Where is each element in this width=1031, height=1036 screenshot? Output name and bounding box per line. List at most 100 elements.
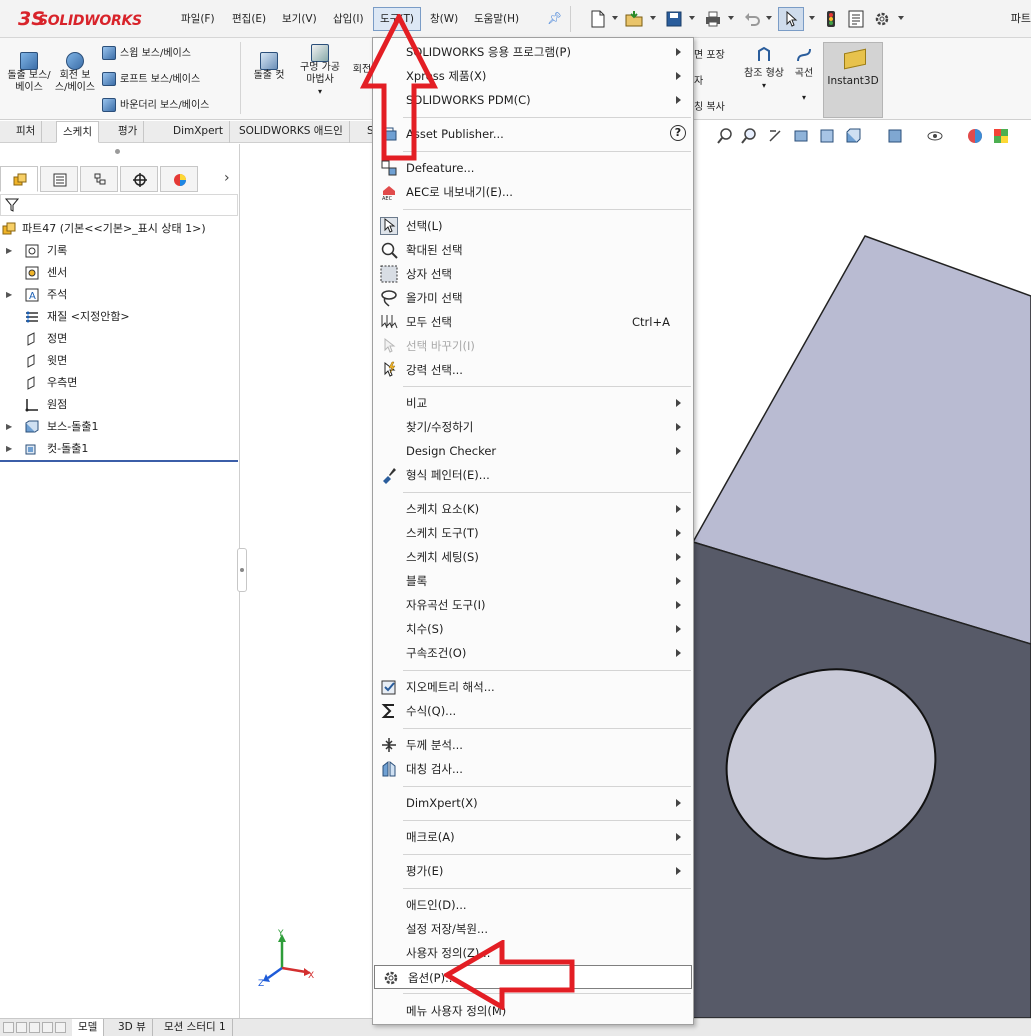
- menu-item-invert-selection[interactable]: 선택 바꾸기(I): [373, 334, 693, 358]
- apply-scene-icon[interactable]: [992, 127, 1010, 145]
- tab-scroll-icon[interactable]: [55, 1022, 66, 1033]
- menu-item-symmetry-check[interactable]: 대칭 검사...: [373, 757, 693, 781]
- menu-item-lasso-select[interactable]: 올가미 선택: [373, 286, 693, 310]
- previous-view-icon[interactable]: [766, 127, 784, 145]
- menu-item-power-select[interactable]: 강력 선택...: [373, 358, 693, 382]
- undo-icon[interactable]: [742, 9, 762, 29]
- tab-model[interactable]: 모델: [72, 1019, 105, 1036]
- undo-dropdown-icon[interactable]: [766, 16, 772, 20]
- revolved-boss-button[interactable]: 회전 보스/베이스: [54, 52, 96, 94]
- dynamic-annotation-icon[interactable]: [818, 127, 836, 145]
- save-dropdown-icon[interactable]: [689, 16, 695, 20]
- expand-arrow-icon[interactable]: ▶: [6, 439, 12, 459]
- previous-tab-icon[interactable]: [16, 1022, 27, 1033]
- menu-item-addins[interactable]: 애드인(D)...: [373, 893, 693, 917]
- menu-item-magnified-select[interactable]: 확대된 선택: [373, 238, 693, 262]
- options-dropdown-icon[interactable]: [898, 16, 904, 20]
- file-properties-icon[interactable]: [846, 9, 866, 29]
- menu-item-sketch-settings[interactable]: 스케치 세팅(S): [373, 545, 693, 569]
- menu-item-thickness-analysis[interactable]: 두께 분석...: [373, 733, 693, 757]
- menu-item-relations[interactable]: 구속조건(O): [373, 641, 693, 665]
- menu-item-compare[interactable]: 비교: [373, 391, 693, 415]
- menu-item-dimensions[interactable]: 치수(S): [373, 617, 693, 641]
- next-tab-icon[interactable]: [29, 1022, 40, 1033]
- tab-dimxpert-manager[interactable]: [120, 166, 158, 192]
- rollback-bar[interactable]: [0, 460, 238, 462]
- tab-3d-views[interactable]: 3D 뷰: [112, 1019, 153, 1036]
- tree-filter-bar[interactable]: [0, 194, 238, 216]
- print-dropdown-icon[interactable]: [728, 16, 734, 20]
- menu-item-evaluate[interactable]: 평가(E): [373, 859, 693, 883]
- section-view-icon[interactable]: [792, 127, 810, 145]
- instant3d-button[interactable]: Instant3D: [823, 42, 883, 118]
- menu-item-format-painter[interactable]: 형식 페인터(E)...: [373, 463, 693, 487]
- swept-boss-button[interactable]: 스윕 보스/베이스: [102, 44, 191, 60]
- tab-dimxpert[interactable]: DimXpert: [167, 121, 230, 143]
- display-style-icon[interactable]: [886, 127, 904, 145]
- boundary-boss-button[interactable]: 바운더리 보스/베이스: [102, 96, 209, 112]
- open-dropdown-icon[interactable]: [650, 16, 656, 20]
- tab-display-manager[interactable]: [160, 166, 198, 192]
- print-icon[interactable]: [703, 9, 723, 29]
- menu-item-find-modify[interactable]: 찾기/수정하기: [373, 415, 693, 439]
- expand-arrow-icon[interactable]: ▶: [6, 241, 12, 261]
- menu-item-sketch-entities[interactable]: 스케치 요소(K): [373, 497, 693, 521]
- extruded-cut-button[interactable]: 돌출 컷: [248, 52, 290, 82]
- menu-file[interactable]: 파일(F): [181, 11, 215, 26]
- tab-features[interactable]: 피처: [10, 121, 43, 143]
- reference-geometry-dropdown-icon[interactable]: ▾: [762, 81, 766, 90]
- last-tab-icon[interactable]: [42, 1022, 53, 1033]
- expand-arrow-icon[interactable]: ▶: [6, 285, 12, 305]
- mirror-button[interactable]: 칭 복사: [694, 98, 725, 113]
- menu-view[interactable]: 보기(V): [282, 11, 317, 26]
- tab-feature-manager[interactable]: [0, 166, 38, 192]
- help-icon[interactable]: ?: [670, 125, 686, 141]
- first-tab-icon[interactable]: [3, 1022, 14, 1033]
- tab-addins[interactable]: SOLIDWORKS 애드인: [233, 121, 350, 143]
- intersect-button[interactable]: 자: [694, 72, 703, 87]
- menu-item-sketch-tools[interactable]: 스케치 도구(T): [373, 521, 693, 545]
- menu-item-equations[interactable]: 수식(Q)...: [373, 699, 693, 723]
- edit-appearance-icon[interactable]: [966, 127, 984, 145]
- select-tool-button[interactable]: [778, 7, 804, 31]
- expand-arrow-icon[interactable]: ▶: [6, 417, 12, 437]
- zoom-to-fit-icon[interactable]: [716, 127, 734, 145]
- menu-help[interactable]: 도움말(H): [474, 11, 519, 26]
- menu-edit[interactable]: 편집(E): [232, 11, 266, 26]
- lofted-boss-button[interactable]: 로프트 보스/베이스: [102, 70, 200, 86]
- tab-motion-study[interactable]: 모션 스터디 1: [158, 1019, 233, 1036]
- menu-item-select[interactable]: 선택(L): [373, 214, 693, 238]
- pin-icon[interactable]: 📌︎: [547, 11, 562, 25]
- hole-wizard-button[interactable]: 구멍 가공 마법사 ▾: [294, 44, 346, 98]
- open-folder-icon[interactable]: [624, 9, 644, 29]
- save-icon[interactable]: [664, 9, 684, 29]
- menu-item-box-select[interactable]: 상자 선택: [373, 262, 693, 286]
- wrap-button[interactable]: 면 포장: [694, 46, 725, 61]
- curves-button[interactable]: 곡선 ▾: [788, 46, 820, 104]
- zoom-to-area-icon[interactable]: [740, 127, 758, 145]
- menu-item-check-geometry[interactable]: 지오메트리 해석...: [373, 675, 693, 699]
- curves-dropdown-icon[interactable]: ▾: [802, 93, 806, 102]
- tab-configuration-manager[interactable]: [80, 166, 118, 192]
- panel-grip[interactable]: [115, 149, 120, 154]
- menu-item-export-aec[interactable]: AEC AEC로 내보내기(E)...: [373, 180, 693, 204]
- tab-evaluate[interactable]: 평가: [112, 121, 145, 143]
- reference-geometry-button[interactable]: 참조 형상 ▾: [742, 46, 786, 92]
- new-document-icon[interactable]: [588, 9, 608, 29]
- tab-property-manager[interactable]: [40, 166, 78, 192]
- view-orientation-icon[interactable]: [844, 127, 862, 145]
- menu-item-spline-tools[interactable]: 자유곡선 도구(I): [373, 593, 693, 617]
- hide-show-items-icon[interactable]: [926, 127, 944, 145]
- gear-icon[interactable]: [872, 9, 892, 29]
- select-dropdown-icon[interactable]: [809, 16, 815, 20]
- new-dropdown-icon[interactable]: [612, 16, 618, 20]
- hole-wizard-dropdown-icon[interactable]: ▾: [318, 87, 322, 96]
- menu-item-select-all[interactable]: 모두 선택 Ctrl+A: [373, 310, 693, 334]
- menu-item-blocks[interactable]: 블록: [373, 569, 693, 593]
- extruded-boss-button[interactable]: 돌출 보스/베이스: [6, 52, 52, 94]
- chevron-right-icon[interactable]: ›: [224, 170, 230, 186]
- traffic-light-icon[interactable]: [821, 9, 841, 29]
- tab-sketch[interactable]: 스케치: [56, 121, 99, 143]
- solidworks-logo[interactable]: 3S SOLIDWORKS: [18, 8, 154, 32]
- menu-item-dimxpert[interactable]: DimXpert(X): [373, 791, 693, 815]
